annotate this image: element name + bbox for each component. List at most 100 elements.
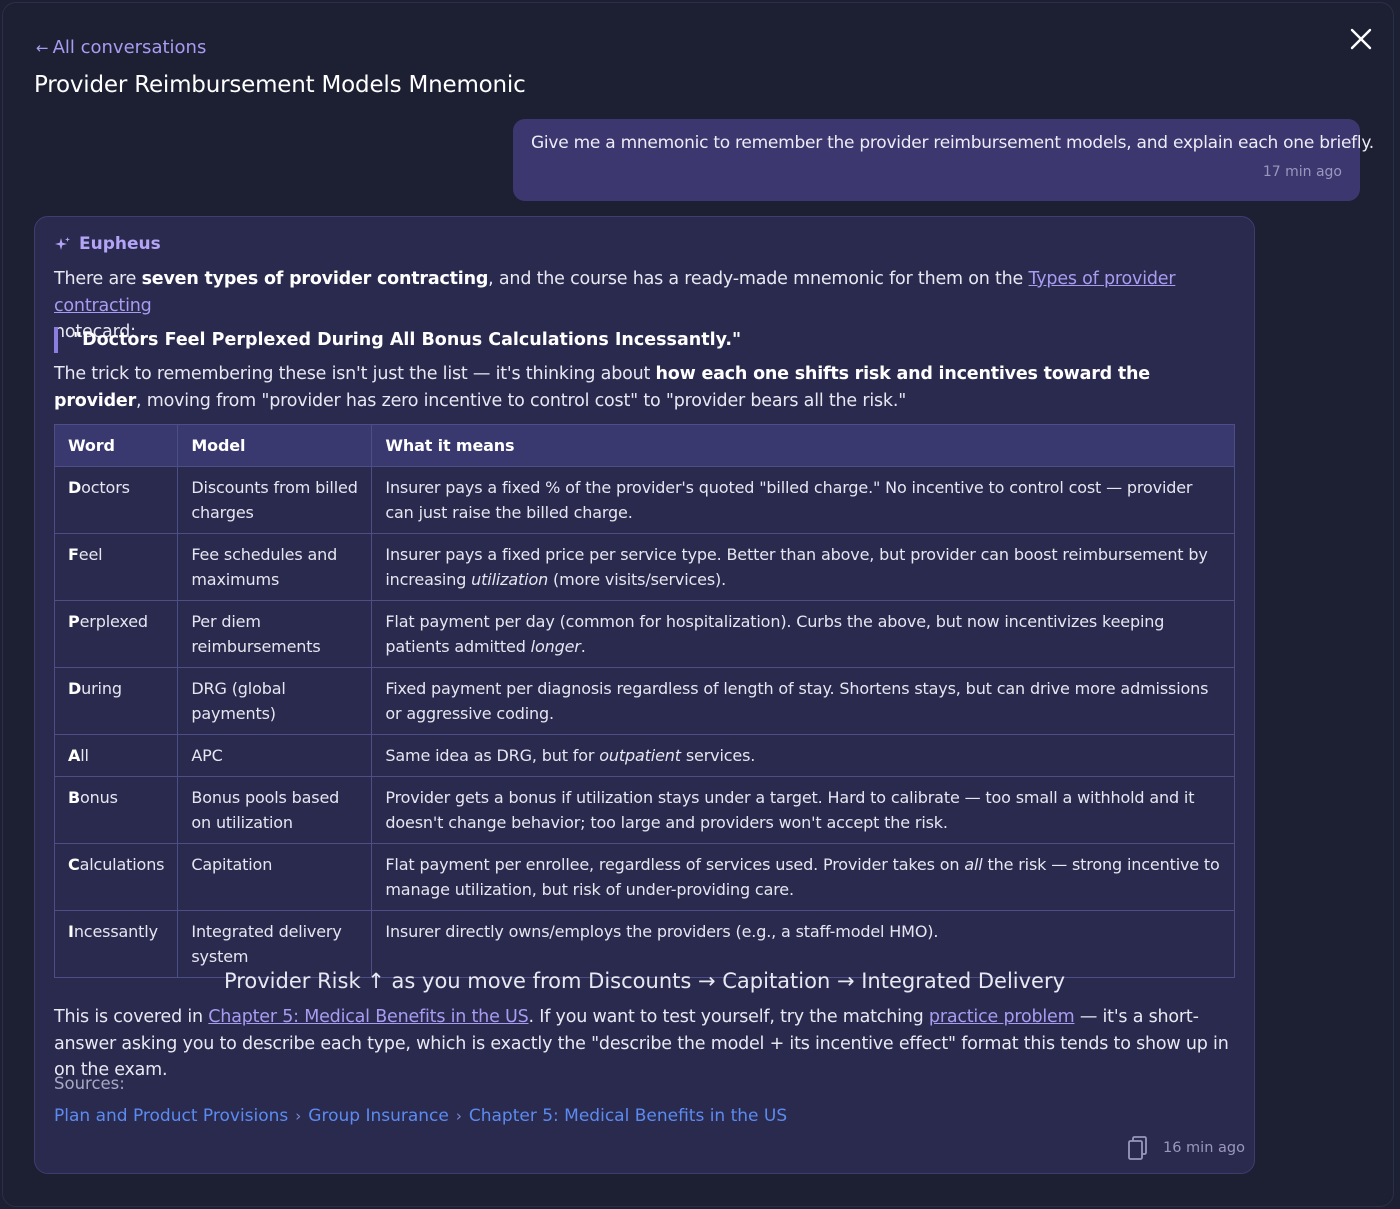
meaning-text-2: services. xyxy=(680,746,756,765)
assistant-name: Eupheus xyxy=(79,234,161,254)
table-row: During DRG (global payments) Fixed payment… xyxy=(53,667,1235,735)
meaning-text: Insurer pays a fixed % of the provider's… xyxy=(385,478,1193,522)
meaning-cell: Insurer pays a fixed price per service t… xyxy=(371,533,1235,601)
table-row: Feel Fee schedules and maximums Insurer pa… xyxy=(53,533,1235,601)
assistant-header: Eupheus xyxy=(55,234,161,254)
intro-bold: seven types of provider contracting xyxy=(141,269,489,289)
word-cell: Doctors xyxy=(53,466,179,534)
sources-label: Sources: xyxy=(54,1074,125,1093)
trick-paragraph: The trick to remembering these isn't jus… xyxy=(54,361,1239,414)
meaning-text: Same idea as DRG, but for xyxy=(385,746,600,765)
table-row: Perplexed Per diem reimbursements Flat pay… xyxy=(53,600,1235,668)
meaning-text: Fixed payment per diagnosis regardless o… xyxy=(385,679,1209,723)
meaning-cell: Insurer directly owns/employs the provid… xyxy=(371,910,1235,978)
back-link[interactable]: ← All conversations xyxy=(36,37,206,58)
meaning-cell: Same idea as DRG, but for outpatient ser… xyxy=(371,734,1235,777)
copy-button[interactable] xyxy=(1127,1135,1149,1161)
meaning-text: Insurer directly owns/employs the provid… xyxy=(385,922,939,941)
word-cell: Perplexed xyxy=(53,600,179,668)
word-rest: erplexed xyxy=(79,612,149,631)
word-rest: ncessantly xyxy=(73,922,158,941)
model-cell: Discounts from billed charges xyxy=(177,466,373,534)
initial-letter: F xyxy=(68,545,79,564)
trick-text: The trick to remembering these isn't jus… xyxy=(54,364,656,384)
intro-text: There are xyxy=(54,269,142,289)
word-cell: Incessantly xyxy=(53,910,179,978)
meaning-cell: Insurer pays a fixed % of the provider's… xyxy=(371,466,1235,534)
intro-text-2: , and the course has a ready-made mnemon… xyxy=(488,269,1029,289)
model-cell: Fee schedules and maximums xyxy=(177,533,373,601)
chevron-right-icon: › xyxy=(295,1107,302,1125)
outro-text: This is covered in xyxy=(54,1007,209,1027)
meaning-emphasis: utilization xyxy=(471,570,549,589)
source-crumb[interactable]: Group Insurance xyxy=(308,1106,449,1126)
table-row: Incessantly Integrated delivery system Ins… xyxy=(53,910,1235,978)
meaning-text: Provider gets a bonus if utilization sta… xyxy=(385,788,1195,832)
word-rest: ll xyxy=(80,746,89,765)
initial-letter: P xyxy=(68,612,80,631)
trick-text-2: , moving from "provider has zero incenti… xyxy=(136,390,907,411)
user-message-time: 17 min ago xyxy=(1262,164,1342,180)
close-button[interactable] xyxy=(1346,24,1376,54)
table-row: Calculations Capitation Flat payment per e… xyxy=(53,843,1235,911)
initial-letter: D xyxy=(68,679,82,698)
word-rest: uring xyxy=(81,679,122,698)
chapter-link[interactable]: Chapter 5: Medical Benefits in the US xyxy=(208,1007,528,1027)
meaning-emphasis: outpatient xyxy=(599,746,681,765)
word-cell: All xyxy=(53,734,179,777)
models-table: Word Model What it means Doctors Discount… xyxy=(53,424,1235,978)
back-link-label: All conversations xyxy=(52,37,207,58)
meaning-emphasis: all xyxy=(964,855,983,874)
model-cell: DRG (global payments) xyxy=(177,667,373,735)
user-message-text: Give me a mnemonic to remember the provi… xyxy=(531,133,1374,153)
initial-letter: D xyxy=(68,478,82,497)
meaning-cell: Fixed payment per diagnosis regardless o… xyxy=(371,667,1235,735)
source-crumb[interactable]: Chapter 5: Medical Benefits in the US xyxy=(469,1106,787,1126)
initial-letter: A xyxy=(68,746,81,765)
table-row: All APC Same idea as DRG, but for outpatie… xyxy=(53,734,1235,777)
meaning-text: Flat payment per day (common for hospita… xyxy=(385,612,1165,656)
meaning-emphasis: longer xyxy=(530,637,581,656)
model-cell: Per diem reimbursements xyxy=(177,600,373,668)
source-crumb[interactable]: Plan and Product Provisions xyxy=(54,1106,288,1126)
practice-problem-link[interactable]: practice problem xyxy=(929,1007,1075,1027)
word-rest: octors xyxy=(81,478,130,497)
mnemonic-quote: "Doctors Feel Perplexed During All Bonus… xyxy=(54,327,741,353)
outro-paragraph: This is covered in Chapter 5: Medical Be… xyxy=(54,1004,1239,1084)
word-cell: Calculations xyxy=(53,843,179,911)
word-rest: onus xyxy=(80,788,118,807)
assistant-message-time: 16 min ago xyxy=(1163,1140,1245,1156)
chevron-right-icon: › xyxy=(455,1107,462,1125)
word-cell: Bonus xyxy=(53,776,179,844)
risk-summary: Provider Risk ↑ as you move from Discoun… xyxy=(223,969,1066,993)
table-row: Bonus Bonus pools based on utilization Pro… xyxy=(53,776,1235,844)
user-message: Give me a mnemonic to remember the provi… xyxy=(513,119,1374,201)
left-arrow-icon: ← xyxy=(36,39,49,57)
copy-icon xyxy=(1128,1136,1147,1160)
source-breadcrumb: Plan and Product Provisions › Group Insu… xyxy=(54,1106,787,1126)
model-cell: Bonus pools based on utilization xyxy=(177,776,373,844)
word-rest: alculations xyxy=(79,855,165,874)
word-cell: During xyxy=(53,667,179,735)
page-title: Provider Reimbursement Models Mnemonic xyxy=(34,72,526,98)
meaning-text-2: (more visits/services). xyxy=(548,570,727,589)
column-header: What it means xyxy=(371,424,1235,467)
initial-letter: C xyxy=(68,855,80,874)
table-row: Doctors Discounts from billed charges Insu… xyxy=(53,466,1235,534)
initial-letter: B xyxy=(68,788,81,807)
word-cell: Feel xyxy=(53,533,179,601)
sparkle-icon xyxy=(55,237,70,250)
meaning-cell: Flat payment per enrollee, regardless of… xyxy=(371,843,1235,911)
model-cell: APC xyxy=(177,734,373,777)
meaning-cell: Flat payment per day (common for hospita… xyxy=(371,600,1235,668)
model-cell: Capitation xyxy=(177,843,373,911)
column-header: Model xyxy=(177,424,373,467)
meaning-cell: Provider gets a bonus if utilization sta… xyxy=(371,776,1235,844)
outro-text-2: . If you want to test yourself, try the … xyxy=(528,1007,929,1027)
column-header: Word xyxy=(53,424,179,467)
close-icon xyxy=(1350,28,1372,50)
assistant-message: Eupheus There are seven types of provide… xyxy=(34,216,1255,1174)
model-cell: Integrated delivery system xyxy=(177,910,373,978)
meaning-text: Flat payment per enrollee, regardless of… xyxy=(385,855,965,874)
table-header-row: Word Model What it means xyxy=(53,424,1235,467)
